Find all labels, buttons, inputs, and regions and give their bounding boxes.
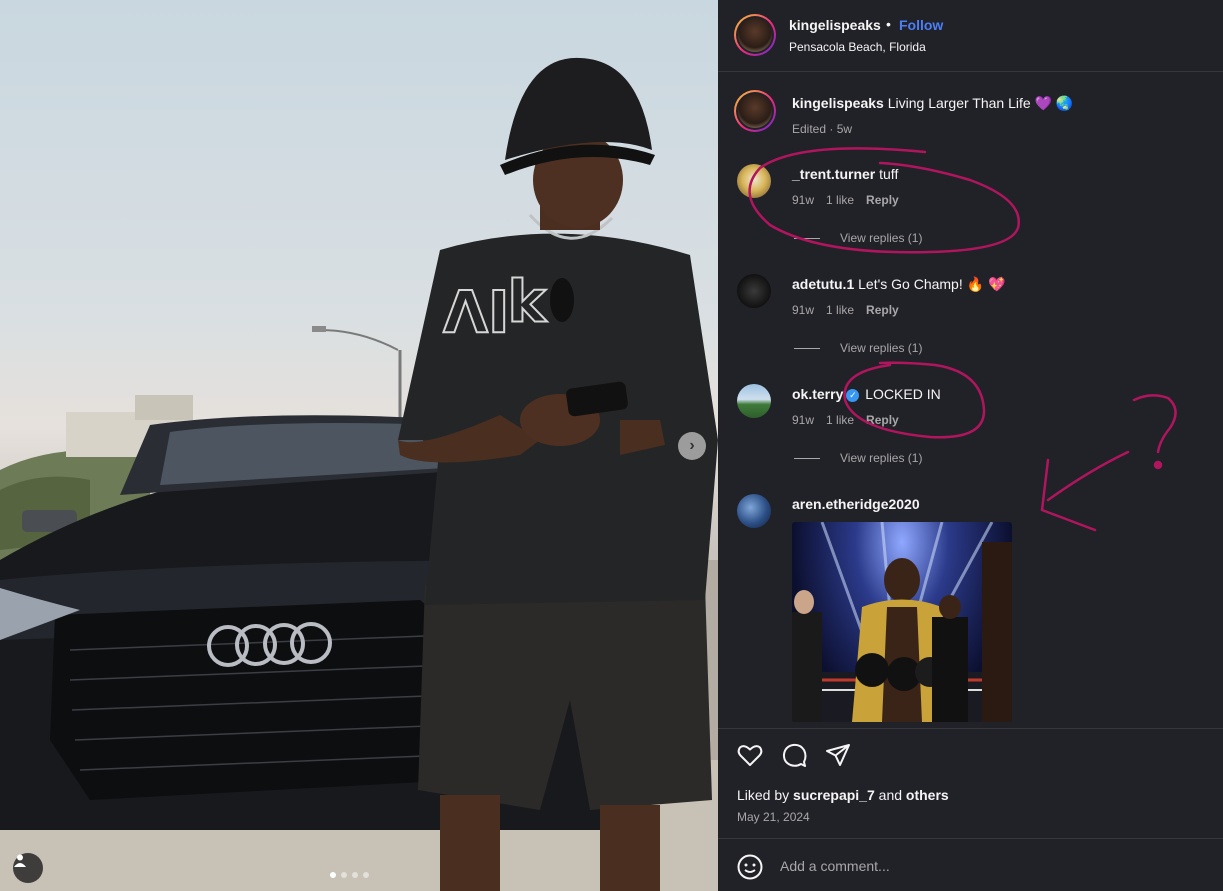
heart-icon[interactable] <box>736 741 764 769</box>
comment-meta: 91w 1 like Reply <box>792 193 899 207</box>
view-replies-label: View replies (1) <box>840 341 923 355</box>
comment-text: adetutu.1 Let's Go Champ! 🔥 💖 <box>792 276 1005 293</box>
comment-text: _trent.turner tuff <box>792 166 898 182</box>
reply-button[interactable]: Reply <box>866 303 899 317</box>
header-separator: • <box>886 16 891 32</box>
gif-illustration <box>792 522 1012 722</box>
post-actions: Liked by sucrepapi_7 and others May 21, … <box>718 728 1223 838</box>
commenter-username[interactable]: aren.etheridge2020 <box>792 496 920 512</box>
comments-panel: kingelispeaks • Follow Pensacola Beach, … <box>718 0 1223 891</box>
comment-body: tuff <box>879 166 899 182</box>
commenter-avatar[interactable] <box>737 494 771 528</box>
replies-divider <box>794 457 820 459</box>
view-replies-label: View replies (1) <box>840 451 923 465</box>
carousel-dot[interactable] <box>330 872 336 878</box>
view-replies-button[interactable]: View replies (1) <box>794 451 922 465</box>
comment-age[interactable]: 91w <box>792 303 814 317</box>
emoji-icon[interactable] <box>736 853 764 881</box>
photo-illustration: ʞIV <box>0 57 718 891</box>
comment-gif[interactable] <box>792 522 1012 722</box>
svg-text:ʞIV: ʞIV <box>443 276 552 344</box>
post-date[interactable]: May 21, 2024 <box>737 810 810 824</box>
post-location[interactable]: Pensacola Beach, Florida <box>789 40 926 54</box>
follow-button[interactable]: Follow <box>899 17 943 33</box>
view-replies-label: View replies (1) <box>840 231 923 245</box>
replies-divider <box>794 237 820 239</box>
carousel-dots <box>330 872 369 878</box>
user-tag-button[interactable] <box>13 853 43 883</box>
likes-summary: Liked by sucrepapi_7 and others <box>737 787 949 803</box>
view-replies-button[interactable]: View replies (1) <box>794 231 922 245</box>
caption-meta: Edited · 5w <box>792 122 852 136</box>
comment-input[interactable] <box>780 849 1200 883</box>
comment-body: LOCKED IN <box>865 386 941 402</box>
caption-username[interactable]: kingelispeaks <box>792 95 884 111</box>
caption-edited-time: Edited · 5w <box>792 122 853 136</box>
carousel-dot[interactable] <box>352 872 358 878</box>
comment-meta: 91w 1 like Reply <box>792 413 899 427</box>
comment-age[interactable]: 91w <box>792 193 814 207</box>
comment-meta: 91w 1 like Reply <box>792 303 899 317</box>
commenter-avatar[interactable] <box>737 384 771 418</box>
comment-age[interactable]: 91w <box>792 413 814 427</box>
caption-avatar[interactable] <box>734 90 776 132</box>
commenter-avatar[interactable] <box>737 274 771 308</box>
reply-button[interactable]: Reply <box>866 193 899 207</box>
commenter-username[interactable]: _trent.turner <box>792 166 875 182</box>
carousel-dot[interactable] <box>363 872 369 878</box>
commenter-username[interactable]: adetutu.1 <box>792 276 854 292</box>
user-tag-icon <box>14 854 26 867</box>
reply-button[interactable]: Reply <box>866 413 899 427</box>
comment-body: Let's Go Champ! 🔥 💖 <box>858 276 1006 292</box>
commenter-username[interactable]: ok.terry <box>792 386 843 402</box>
share-icon[interactable] <box>824 741 852 769</box>
post-header: kingelispeaks • Follow Pensacola Beach, … <box>718 0 1223 72</box>
carousel-next-button[interactable]: › <box>678 432 706 460</box>
verified-icon: ✓ <box>846 389 860 402</box>
liked-by-prefix: Liked by <box>737 787 790 803</box>
commenter-avatar[interactable] <box>737 164 771 198</box>
comment-icon[interactable] <box>780 741 808 769</box>
carousel-dot[interactable] <box>341 872 347 878</box>
comment-likes[interactable]: 1 like <box>826 303 854 317</box>
author-username[interactable]: kingelispeaks <box>789 17 881 33</box>
replies-divider <box>794 347 820 349</box>
view-replies-button[interactable]: View replies (1) <box>794 341 922 355</box>
author-avatar[interactable] <box>734 14 776 56</box>
liked-by-and: and <box>878 787 903 803</box>
caption-text: kingelispeaks Living Larger Than Life 💜 … <box>792 95 1073 112</box>
liked-by-others[interactable]: others <box>906 787 949 803</box>
chevron-right-icon: › <box>689 437 695 454</box>
comment-likes[interactable]: 1 like <box>826 413 854 427</box>
comment-text: ok.terry ✓ LOCKED IN <box>792 386 941 402</box>
comment-likes[interactable]: 1 like <box>826 193 854 207</box>
add-comment-bar <box>718 838 1223 891</box>
comment-text: aren.etheridge2020 <box>792 496 920 512</box>
caption-body: Living Larger Than Life 💜 🌏 <box>887 95 1074 111</box>
liked-by-user[interactable]: sucrepapi_7 <box>793 787 875 803</box>
post-photo: ʞIV › <box>0 0 718 891</box>
